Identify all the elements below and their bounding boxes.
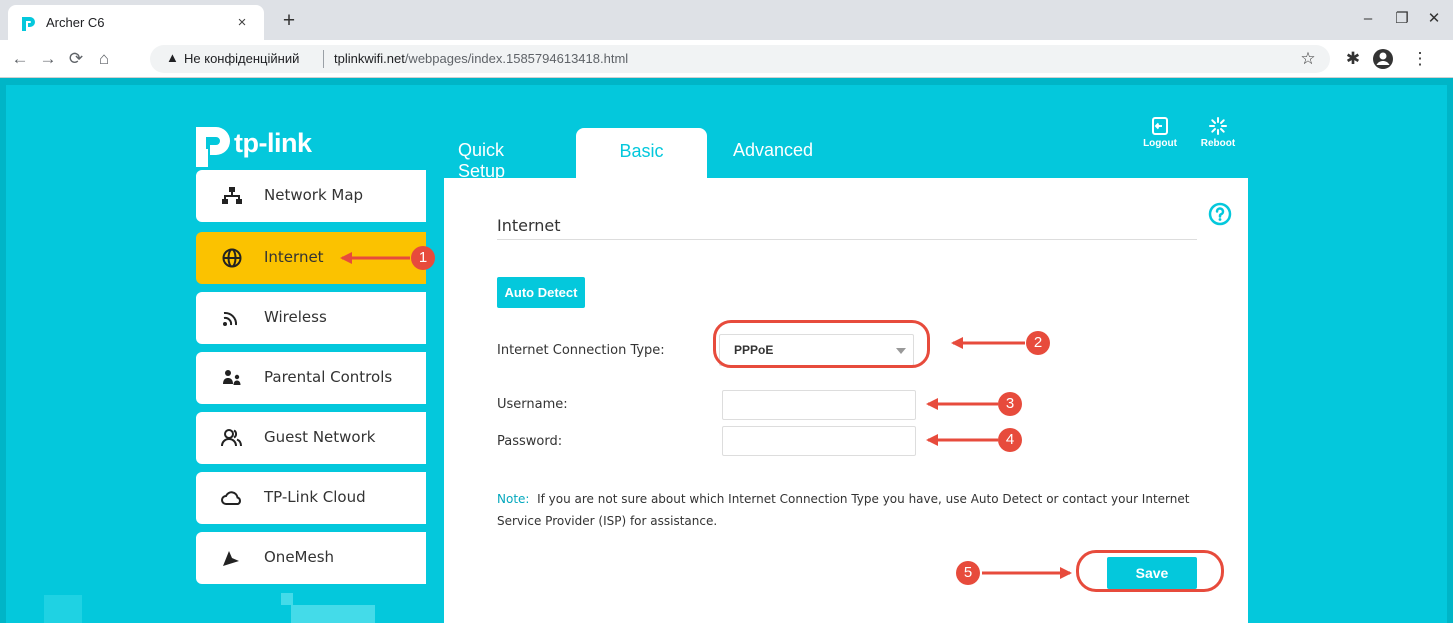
browser-tab-strip: Archer C6 × + – ❐ ✕ <box>0 0 1453 40</box>
tab-close-icon[interactable]: × <box>230 11 254 35</box>
guest-network-icon <box>221 429 242 447</box>
tab-title: Archer C6 <box>46 15 105 30</box>
reboot-button[interactable]: Reboot <box>1196 116 1240 160</box>
username-input[interactable] <box>722 390 916 420</box>
router-admin-page: tp-link Quick Setup Basic Advanced Logou… <box>0 78 1453 623</box>
menu-kebab-icon[interactable]: ⋮ <box>1408 47 1432 71</box>
sidebar-item-internet[interactable]: Internet <box>196 232 426 284</box>
logout-label: Logout <box>1143 138 1177 149</box>
page-title: Internet <box>497 216 561 235</box>
sidebar-item-label: Guest Network <box>264 428 376 446</box>
logout-icon <box>1152 117 1168 135</box>
browser-tab[interactable]: Archer C6 × <box>8 5 264 40</box>
title-divider <box>497 239 1197 240</box>
connection-type-value: PPPoE <box>734 343 774 357</box>
sidebar-item-label: Network Map <box>264 186 364 204</box>
tplink-favicon-icon <box>22 17 35 31</box>
save-button[interactable]: Save <box>1107 557 1197 589</box>
connection-type-label: Internet Connection Type: <box>497 343 665 358</box>
tab-advanced[interactable]: Advanced <box>733 140 813 161</box>
sidebar-item-onemesh[interactable]: OneMesh <box>196 532 426 584</box>
reload-icon[interactable]: ⟳ <box>64 47 88 71</box>
home-icon[interactable]: ⌂ <box>92 47 116 71</box>
content-panel: Internet Auto Detect Internet Connection… <box>444 178 1248 623</box>
sidebar-item-label: Internet <box>264 248 324 266</box>
decorative-shape <box>281 593 293 605</box>
wifi-icon <box>223 311 238 326</box>
connection-type-select[interactable]: PPPoE <box>719 334 914 366</box>
sidebar-item-label: Wireless <box>264 308 327 326</box>
sidebar-item-guest-network[interactable]: Guest Network <box>196 412 426 464</box>
sidebar-item-label: OneMesh <box>264 548 335 566</box>
forward-icon[interactable]: → <box>36 47 60 71</box>
sidebar-item-wireless[interactable]: Wireless <box>196 292 426 344</box>
sidebar-item-label: TP-Link Cloud <box>264 488 366 506</box>
security-label[interactable]: Не конфіденційний <box>184 51 299 66</box>
reboot-icon <box>1209 117 1227 135</box>
url-divider <box>323 50 324 68</box>
restore-button[interactable]: ❐ <box>1387 6 1417 32</box>
close-window-button[interactable]: ✕ <box>1419 6 1449 32</box>
sidebar-item-parental-controls[interactable]: Parental Controls <box>196 352 426 404</box>
sidebar-item-tplink-cloud[interactable]: TP-Link Cloud <box>196 472 426 524</box>
decorative-shape <box>291 605 375 623</box>
url-path: /webpages/index.1585794613418.html <box>404 51 629 66</box>
address-bar[interactable]: ▲ Не конфіденційний tplinkwifi.net/webpa… <box>150 45 1330 73</box>
note-text: Note: If you are not sure about which In… <box>497 488 1217 532</box>
decorative-shape <box>44 595 82 623</box>
cloud-icon <box>221 491 241 505</box>
tab-quick-setup[interactable]: Quick Setup <box>458 140 505 182</box>
help-icon[interactable] <box>1208 202 1232 226</box>
note-body: If you are not sure about which Internet… <box>497 492 1190 528</box>
tplink-logo: tp-link <box>190 123 360 173</box>
reboot-label: Reboot <box>1200 138 1236 149</box>
logout-button[interactable]: Logout <box>1138 116 1182 160</box>
new-tab-button[interactable]: + <box>276 9 302 35</box>
auto-detect-button[interactable]: Auto Detect <box>497 277 585 308</box>
sidebar-item-network-map[interactable]: Network Map <box>196 170 426 222</box>
warning-icon[interactable]: ▲ <box>166 50 179 65</box>
sidebar-item-label: Parental Controls <box>264 368 393 386</box>
url-domain: tplinkwifi.net <box>334 51 405 66</box>
password-input[interactable] <box>722 426 916 456</box>
chevron-down-icon <box>896 348 906 354</box>
globe-icon <box>222 248 242 268</box>
network-map-icon <box>222 187 242 204</box>
profile-avatar-icon[interactable] <box>1372 48 1394 70</box>
logo-text: tp-link <box>234 128 312 158</box>
back-icon[interactable]: ← <box>8 47 32 71</box>
url-text[interactable]: tplinkwifi.net/webpages/index.1585794613… <box>334 51 628 66</box>
tplink-logo-icon <box>196 127 230 167</box>
password-label: Password: <box>497 434 563 449</box>
parental-controls-icon <box>223 370 241 385</box>
note-prefix: Note: <box>497 492 530 506</box>
minimize-button[interactable]: – <box>1353 6 1383 32</box>
username-label: Username: <box>497 397 568 412</box>
onemesh-icon <box>223 551 239 566</box>
extensions-icon[interactable]: ✱ <box>1341 47 1365 71</box>
tab-basic[interactable]: Basic <box>576 128 707 178</box>
bookmark-star-icon[interactable]: ☆ <box>1296 47 1320 71</box>
browser-toolbar: ← → ⟳ ⌂ ▲ Не конфіденційний tplinkwifi.n… <box>0 40 1453 78</box>
